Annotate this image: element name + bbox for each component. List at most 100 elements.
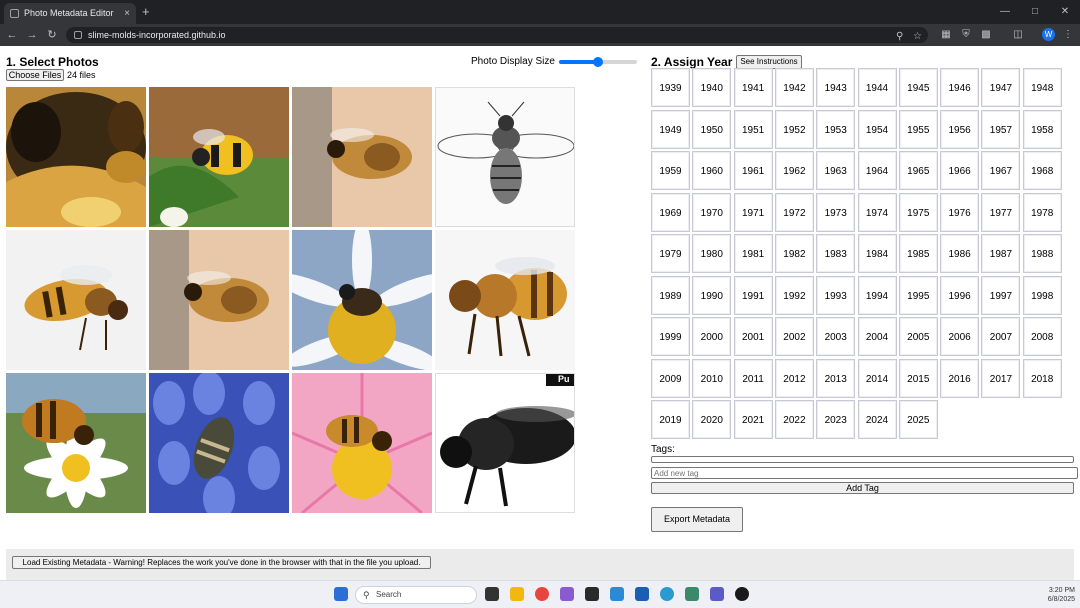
photo-honeybee-walking[interactable]	[435, 230, 575, 370]
year-button-1965[interactable]: 1965	[898, 151, 938, 190]
year-button-1969[interactable]: 1969	[651, 192, 690, 232]
year-button-1996[interactable]: 1996	[940, 275, 980, 315]
year-button-1991[interactable]: 1991	[733, 275, 773, 315]
year-button-1998[interactable]: 1998	[1022, 275, 1062, 315]
add-tag-button[interactable]: Add Tag	[651, 482, 1074, 494]
year-button-1952[interactable]: 1952	[774, 109, 814, 149]
year-button-1977[interactable]: 1977	[981, 192, 1021, 232]
year-button-1939[interactable]: 1939	[651, 68, 690, 107]
outlook-icon[interactable]	[635, 587, 649, 601]
choose-files-button[interactable]: Choose Files	[6, 69, 64, 81]
year-button-1972[interactable]: 1972	[774, 192, 814, 232]
photo-black-bee[interactable]: Pu	[435, 373, 575, 513]
year-button-1999[interactable]: 1999	[651, 317, 690, 356]
year-button-1963[interactable]: 1963	[816, 151, 856, 190]
vscode-icon[interactable]	[610, 587, 624, 601]
extension-shield-icon[interactable]: ⛨	[960, 28, 972, 42]
year-button-2005[interactable]: 2005	[898, 317, 938, 356]
profile-avatar[interactable]: W	[1042, 28, 1055, 41]
new-tab-button[interactable]: +	[142, 3, 150, 20]
year-button-1941[interactable]: 1941	[733, 68, 773, 107]
year-button-2015[interactable]: 2015	[898, 358, 938, 398]
year-button-1961[interactable]: 1961	[733, 151, 773, 190]
minimize-icon[interactable]: —	[990, 0, 1020, 24]
year-button-2009[interactable]: 2009	[651, 358, 690, 398]
photo-bee-pink-bg[interactable]	[292, 87, 432, 227]
year-button-1949[interactable]: 1949	[651, 109, 690, 149]
tab-close-icon[interactable]: ×	[124, 3, 130, 24]
chrome-icon[interactable]	[535, 587, 549, 601]
year-button-2008[interactable]: 2008	[1022, 317, 1062, 356]
year-button-1988[interactable]: 1988	[1022, 234, 1062, 273]
photo-bumblebee-flying[interactable]	[149, 87, 289, 227]
photo-bee-engraving[interactable]	[435, 87, 575, 227]
year-button-2012[interactable]: 2012	[774, 358, 814, 398]
year-button-1984[interactable]: 1984	[857, 234, 897, 273]
year-button-1968[interactable]: 1968	[1022, 151, 1062, 190]
photo-bee-on-chamomile[interactable]	[6, 373, 146, 513]
year-button-1942[interactable]: 1942	[774, 68, 814, 107]
app-dark-icon[interactable]	[735, 587, 749, 601]
photo-bee-on-daisy[interactable]	[292, 230, 432, 370]
year-button-1987[interactable]: 1987	[981, 234, 1021, 273]
year-button-2013[interactable]: 2013	[816, 358, 856, 398]
year-button-1948[interactable]: 1948	[1022, 68, 1062, 107]
year-button-2011[interactable]: 2011	[733, 358, 773, 398]
year-button-1943[interactable]: 1943	[816, 68, 856, 107]
year-button-1945[interactable]: 1945	[898, 68, 938, 107]
split-view-icon[interactable]: ◫	[1012, 28, 1024, 42]
year-button-2003[interactable]: 2003	[816, 317, 856, 356]
year-button-1960[interactable]: 1960	[692, 151, 732, 190]
load-metadata-button[interactable]: Load Existing Metadata - Warning! Replac…	[12, 556, 431, 569]
year-button-2014[interactable]: 2014	[857, 358, 897, 398]
task-view-icon[interactable]	[485, 587, 499, 601]
app-purple-icon[interactable]	[560, 587, 574, 601]
slider-thumb[interactable]	[593, 57, 603, 67]
year-button-2007[interactable]: 2007	[981, 317, 1021, 356]
year-button-1981[interactable]: 1981	[733, 234, 773, 273]
app-blue-icon[interactable]	[660, 587, 674, 601]
year-button-1954[interactable]: 1954	[857, 109, 897, 149]
year-button-1973[interactable]: 1973	[816, 192, 856, 232]
photo-bee-pink-bg-2[interactable]	[149, 230, 289, 370]
year-button-2001[interactable]: 2001	[733, 317, 773, 356]
year-button-2006[interactable]: 2006	[940, 317, 980, 356]
year-button-2016[interactable]: 2016	[940, 358, 980, 398]
year-button-2010[interactable]: 2010	[692, 358, 732, 398]
year-button-1970[interactable]: 1970	[692, 192, 732, 232]
photo-bee-on-pink-flower[interactable]	[292, 373, 432, 513]
year-button-1953[interactable]: 1953	[816, 109, 856, 149]
back-icon[interactable]: ←	[5, 28, 19, 42]
app-green-icon[interactable]	[685, 587, 699, 601]
year-button-1958[interactable]: 1958	[1022, 109, 1062, 149]
bookmark-star-icon[interactable]: ☆	[913, 29, 922, 45]
year-button-1950[interactable]: 1950	[692, 109, 732, 149]
year-button-2000[interactable]: 2000	[692, 317, 732, 356]
year-button-1985[interactable]: 1985	[898, 234, 938, 273]
new-tag-input[interactable]	[651, 467, 1078, 479]
start-windows-icon[interactable]	[334, 587, 348, 601]
year-button-2019[interactable]: 2019	[651, 400, 690, 439]
taskbar-search[interactable]: ⚲ Search	[355, 586, 477, 604]
year-button-1962[interactable]: 1962	[774, 151, 814, 190]
year-button-2023[interactable]: 2023	[816, 400, 856, 439]
year-button-1983[interactable]: 1983	[816, 234, 856, 273]
year-button-1974[interactable]: 1974	[857, 192, 897, 232]
year-button-1944[interactable]: 1944	[857, 68, 897, 107]
display-size-slider[interactable]	[559, 57, 637, 67]
year-button-1946[interactable]: 1946	[940, 68, 980, 107]
year-button-1995[interactable]: 1995	[898, 275, 938, 315]
browser-tab[interactable]: Photo Metadata Editor ×	[4, 3, 136, 24]
year-button-1955[interactable]: 1955	[898, 109, 938, 149]
extensions-puzzle-icon[interactable]: ▩	[980, 28, 992, 42]
year-button-2018[interactable]: 2018	[1022, 358, 1062, 398]
year-button-1997[interactable]: 1997	[981, 275, 1021, 315]
year-button-1982[interactable]: 1982	[774, 234, 814, 273]
year-button-1986[interactable]: 1986	[940, 234, 980, 273]
year-button-2021[interactable]: 2021	[733, 400, 773, 439]
photo-bee-closeup-yellow[interactable]	[6, 87, 146, 227]
menu-dots-icon[interactable]: ⋮	[1062, 28, 1074, 42]
year-button-1994[interactable]: 1994	[857, 275, 897, 315]
year-button-1980[interactable]: 1980	[692, 234, 732, 273]
year-button-2024[interactable]: 2024	[857, 400, 897, 439]
